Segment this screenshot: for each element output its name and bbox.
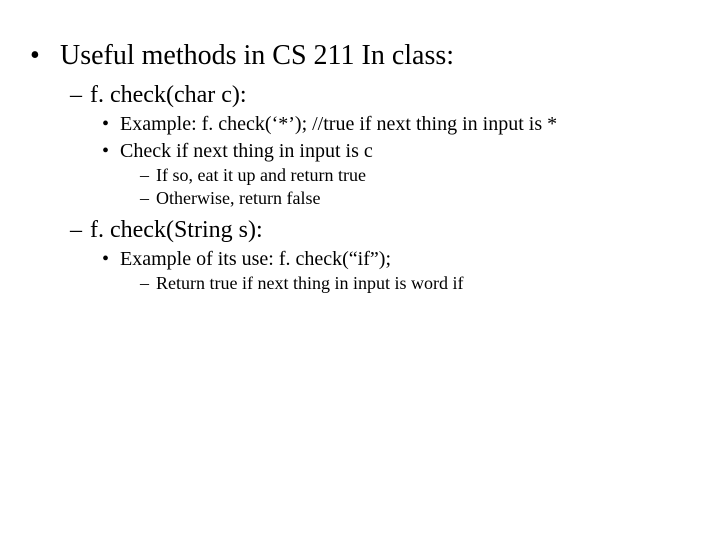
bullet-level3: • Example: f. check(‘*’); //true if next… xyxy=(102,113,690,136)
dash-bullet-icon: – xyxy=(70,217,90,244)
level1-text: Useful methods in CS 211 In class: xyxy=(60,40,690,72)
slide-body: • Useful methods in CS 211 In class: – f… xyxy=(0,0,720,314)
method2-title: f. check(String s): xyxy=(90,217,690,244)
dash-bullet-icon: – xyxy=(140,273,156,294)
disc-bullet-icon: • xyxy=(102,248,120,271)
disc-bullet-icon: • xyxy=(30,40,60,72)
bullet-level3: • Check if next thing in input is c xyxy=(102,140,690,163)
disc-bullet-icon: • xyxy=(102,113,120,136)
bullet-level3: • Example of its use: f. check(“if”); xyxy=(102,248,690,271)
bullet-level2: – f. check(char c): xyxy=(70,82,690,109)
dash-bullet-icon: – xyxy=(140,188,156,209)
bullet-level2: – f. check(String s): xyxy=(70,217,690,244)
bullet-level4: – Return true if next thing in input is … xyxy=(140,273,690,294)
bullet-level4: – If so, eat it up and return true xyxy=(140,165,690,186)
dash-bullet-icon: – xyxy=(140,165,156,186)
bullet-level4: – Otherwise, return false xyxy=(140,188,690,209)
method1-desc: Check if next thing in input is c xyxy=(120,140,690,163)
method2-example: Example of its use: f. check(“if”); xyxy=(120,248,690,271)
disc-bullet-icon: • xyxy=(102,140,120,163)
method1-sub1: If so, eat it up and return true xyxy=(156,165,690,186)
dash-bullet-icon: – xyxy=(70,82,90,109)
bullet-level1: • Useful methods in CS 211 In class: xyxy=(30,40,690,72)
method1-example: Example: f. check(‘*’); //true if next t… xyxy=(120,113,690,136)
method1-title: f. check(char c): xyxy=(90,82,690,109)
method2-sub1: Return true if next thing in input is wo… xyxy=(156,273,690,294)
method1-sub2: Otherwise, return false xyxy=(156,188,690,209)
